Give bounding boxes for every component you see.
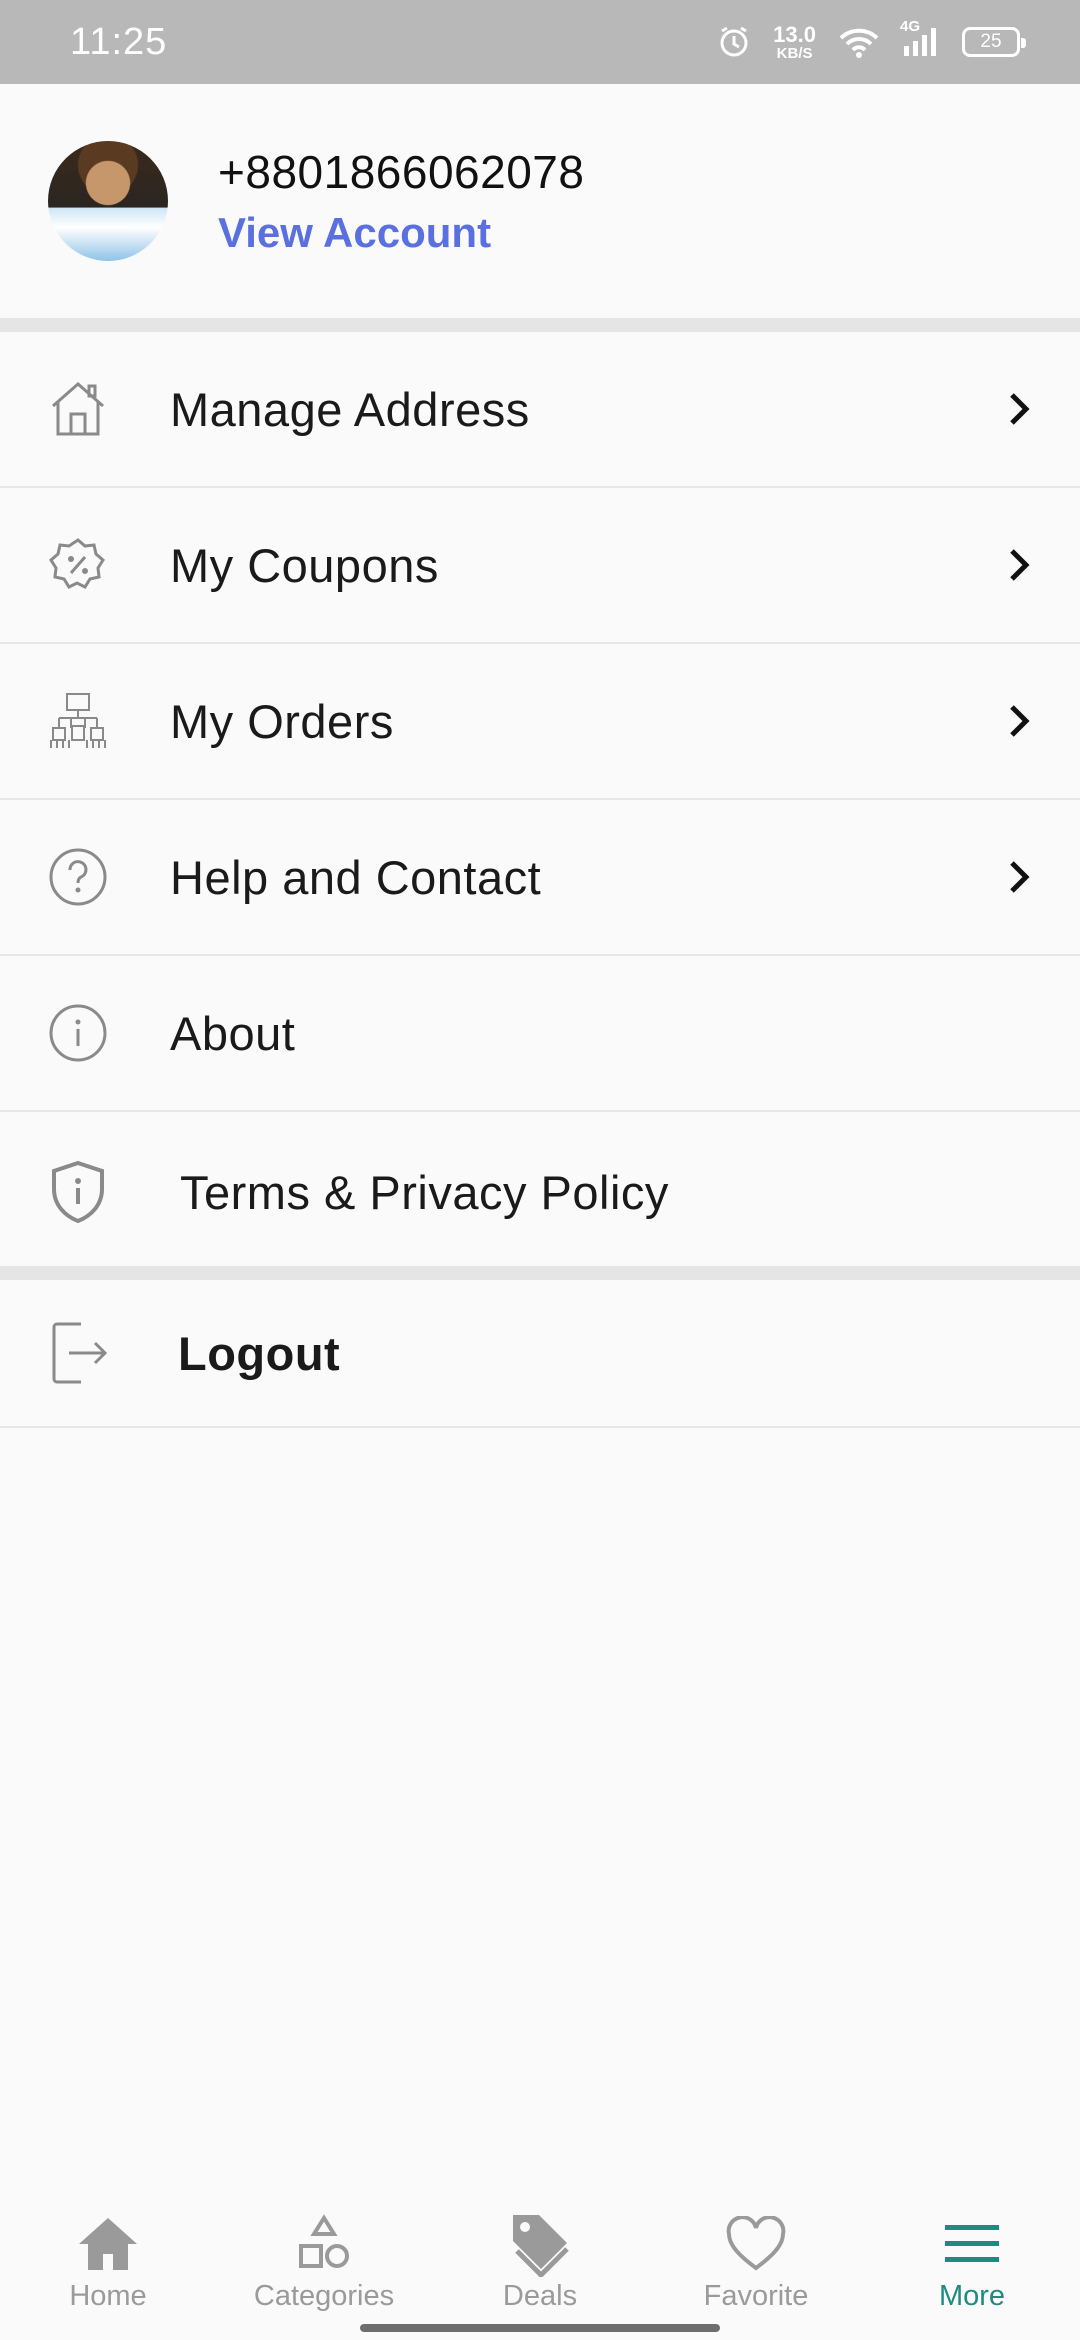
help-circle-icon bbox=[46, 845, 110, 909]
menu-label: Manage Address bbox=[170, 382, 530, 436]
shapes-icon bbox=[292, 2212, 356, 2276]
status-icons: 13.0 KB/S 4G 25 bbox=[717, 18, 1026, 62]
info-circle-icon bbox=[46, 1001, 110, 1065]
net-speed-unit: KB/S bbox=[776, 44, 813, 62]
battery-icon: 25 bbox=[962, 27, 1026, 57]
view-account-link[interactable]: View Account bbox=[218, 209, 584, 257]
nav-label: More bbox=[938, 2280, 1006, 2312]
status-bar: 11:25 13.0 KB/S 4G 25 bbox=[0, 0, 1080, 84]
section-divider bbox=[0, 1266, 1080, 1280]
status-time: 11:25 bbox=[70, 20, 168, 63]
home-filled-icon bbox=[76, 2212, 140, 2276]
menu-label: About bbox=[170, 1006, 296, 1060]
home-icon bbox=[46, 377, 110, 441]
chevron-right-icon bbox=[1010, 705, 1030, 737]
home-indicator[interactable] bbox=[360, 2324, 720, 2332]
bottom-navigation: Home Categories Deals Favorite More bbox=[0, 2186, 1080, 2340]
nav-more[interactable]: More bbox=[864, 2186, 1080, 2340]
nav-favorite[interactable]: Favorite bbox=[648, 2186, 864, 2340]
profile-text: +8801866062078 View Account bbox=[218, 145, 584, 257]
menu-label: My Orders bbox=[170, 694, 394, 748]
logout-label: Logout bbox=[178, 1326, 341, 1380]
menu-item-manage-address[interactable]: Manage Address bbox=[0, 332, 1080, 488]
nav-deals[interactable]: Deals bbox=[432, 2186, 648, 2340]
network-label: 4G bbox=[900, 18, 921, 35]
wifi-icon bbox=[838, 26, 880, 58]
menu-item-my-orders[interactable]: My Orders bbox=[0, 644, 1080, 800]
profile-header: +8801866062078 View Account bbox=[0, 84, 1080, 318]
logout-section: Logout bbox=[0, 1280, 1080, 1428]
heart-icon bbox=[724, 2212, 788, 2276]
logout-button[interactable]: Logout bbox=[0, 1280, 1080, 1428]
menu-item-about[interactable]: About bbox=[0, 956, 1080, 1112]
account-menu: Manage Address My Coupons My Orders Help… bbox=[0, 332, 1080, 1274]
chevron-right-icon bbox=[1010, 861, 1030, 893]
orders-icon bbox=[46, 689, 110, 753]
net-speed-value: 13.0 bbox=[773, 21, 816, 47]
nav-categories[interactable]: Categories bbox=[216, 2186, 432, 2340]
shield-info-icon bbox=[46, 1160, 110, 1224]
alarm-icon bbox=[717, 25, 751, 59]
menu-item-my-coupons[interactable]: My Coupons bbox=[0, 488, 1080, 644]
menu-item-help-contact[interactable]: Help and Contact bbox=[0, 800, 1080, 956]
logout-icon bbox=[46, 1321, 110, 1385]
menu-label: Terms & Privacy Policy bbox=[180, 1165, 669, 1219]
nav-label: Categories bbox=[253, 2280, 395, 2312]
nav-label: Deals bbox=[502, 2280, 578, 2312]
nav-label: Favorite bbox=[703, 2280, 809, 2312]
section-divider bbox=[0, 318, 1080, 332]
menu-icon bbox=[940, 2212, 1004, 2276]
menu-label: My Coupons bbox=[170, 538, 439, 592]
menu-item-terms-privacy[interactable]: Terms & Privacy Policy bbox=[0, 1112, 1080, 1274]
menu-label: Help and Contact bbox=[170, 850, 542, 904]
signal-icon: 4G bbox=[900, 18, 940, 58]
nav-home[interactable]: Home bbox=[0, 2186, 216, 2340]
chevron-right-icon bbox=[1010, 393, 1030, 425]
phone-number: +8801866062078 bbox=[218, 146, 585, 198]
avatar[interactable] bbox=[48, 141, 168, 261]
chevron-right-icon bbox=[1010, 549, 1030, 581]
net-speed: 13.0 KB/S bbox=[773, 21, 816, 62]
nav-label: Home bbox=[69, 2280, 147, 2312]
coupon-badge-icon bbox=[46, 533, 110, 597]
tag-icon bbox=[508, 2212, 572, 2277]
